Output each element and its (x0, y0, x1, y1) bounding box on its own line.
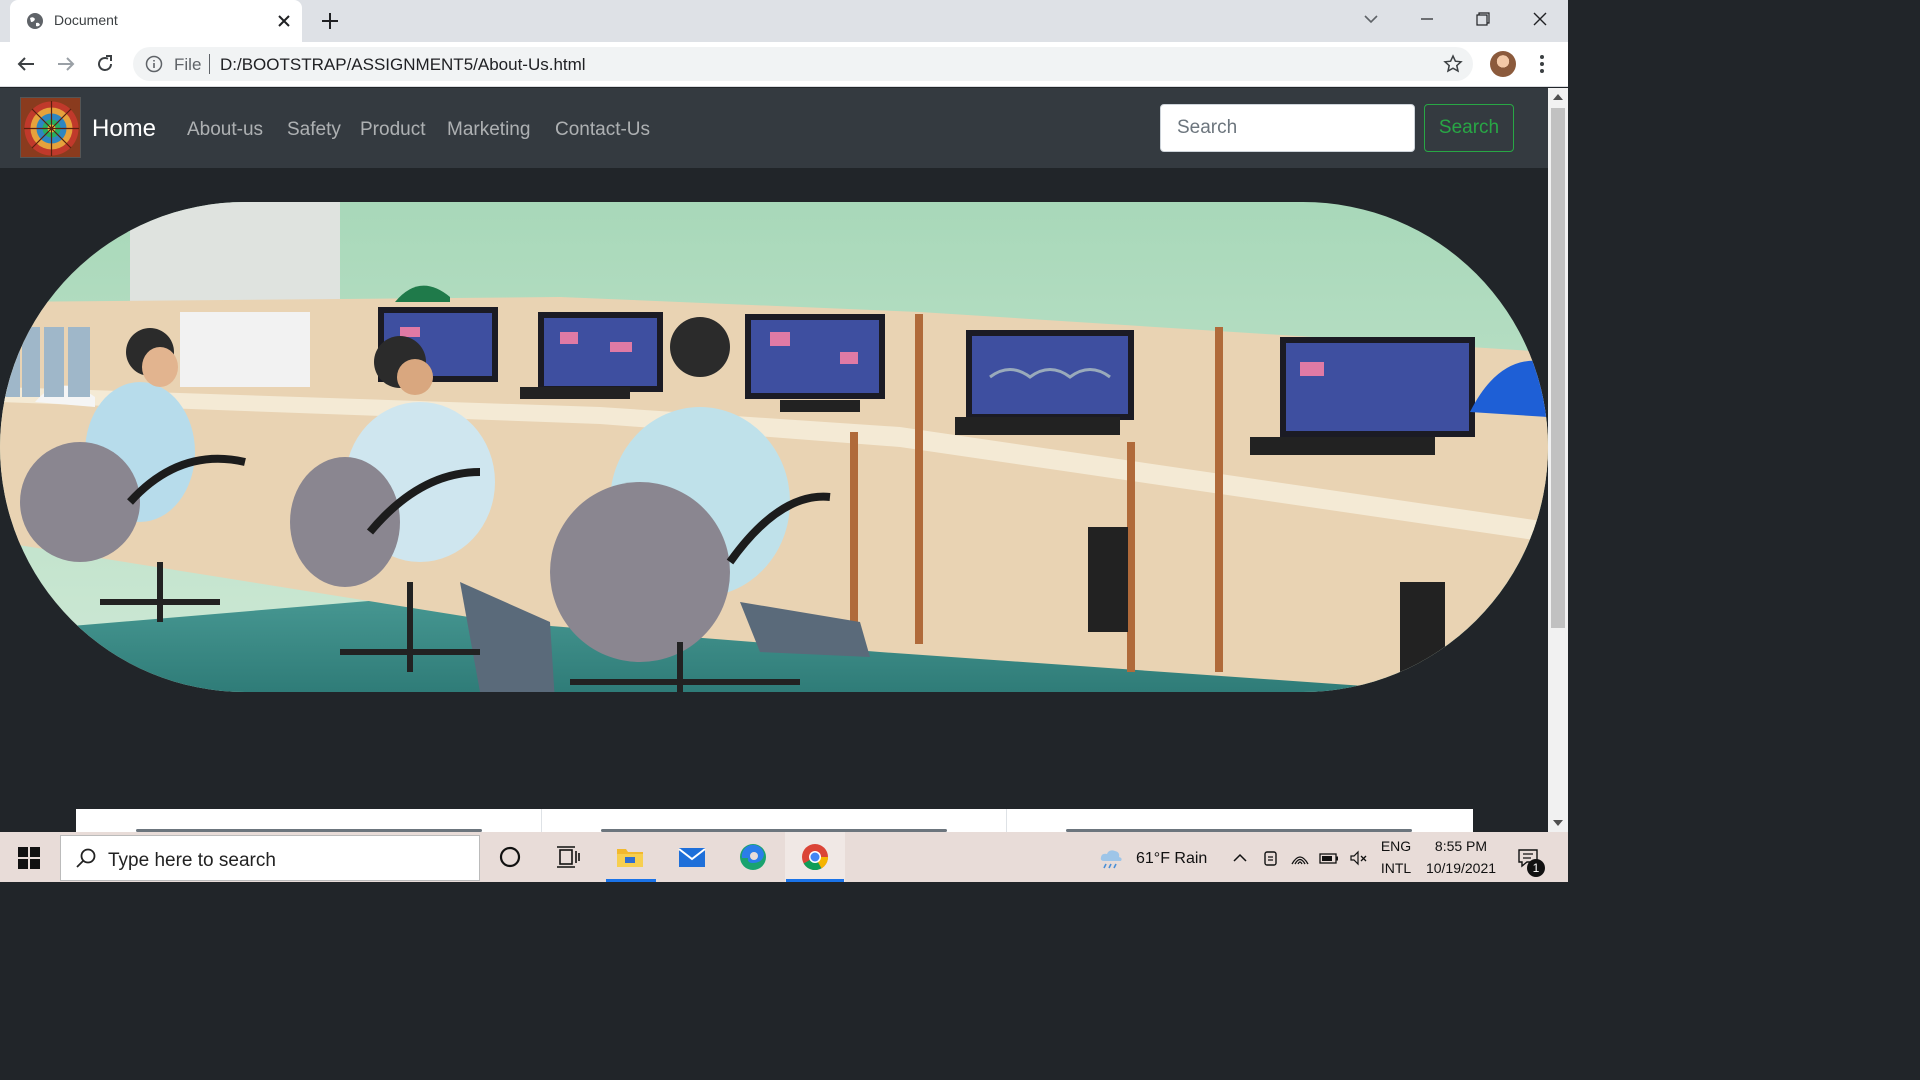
notification-count-badge: 1 (1527, 859, 1545, 877)
forward-icon[interactable] (54, 52, 78, 76)
nav-link-marketing[interactable]: Marketing (447, 119, 530, 141)
rain-cloud-icon[interactable] (1098, 845, 1124, 871)
nav-link-about-us[interactable]: About-us (187, 119, 263, 141)
browser-tab[interactable]: Document (10, 0, 302, 42)
tab-strip: Document (0, 0, 1568, 42)
menu-kebab-icon[interactable] (1532, 53, 1552, 75)
page-viewport: Home About-us Safety Product Marketing C… (0, 88, 1548, 832)
clock-date[interactable]: 10/19/2021 (1420, 860, 1502, 876)
clock-time[interactable]: 8:55 PM (1420, 838, 1502, 854)
control-room-photo (0, 202, 1548, 692)
keyboard-layout[interactable]: INTL (1378, 860, 1414, 876)
windows-start-icon[interactable] (18, 847, 40, 869)
navbar-brand[interactable]: Home (92, 115, 156, 143)
minimize-icon[interactable] (1414, 8, 1440, 30)
restore-icon[interactable] (1470, 8, 1496, 30)
mail-icon[interactable] (676, 841, 708, 873)
chrome-running-indicator (786, 879, 844, 882)
hero-image (0, 202, 1548, 692)
show-hidden-icons-chevron-icon[interactable] (1230, 848, 1250, 868)
language-code[interactable]: ENG (1378, 838, 1414, 854)
scroll-up-arrow-icon[interactable] (1552, 92, 1564, 102)
taskbar-search-placeholder: Type here to search (108, 850, 276, 871)
profile-avatar[interactable] (1490, 51, 1516, 77)
search-input[interactable] (1160, 104, 1415, 152)
cortana-icon[interactable] (494, 841, 526, 873)
globe-icon (27, 13, 43, 29)
explorer-running-indicator (606, 879, 656, 882)
battery-icon[interactable] (1319, 848, 1339, 868)
url-scheme: File (174, 55, 202, 74)
nav-link-product[interactable]: Product (360, 119, 425, 141)
close-window-icon[interactable] (1527, 8, 1553, 30)
scroll-thumb[interactable] (1551, 108, 1565, 628)
tab-title: Document (54, 12, 118, 28)
chrome-icon[interactable] (799, 841, 831, 873)
scroll-down-arrow-icon[interactable] (1552, 818, 1564, 828)
page-scrollbar[interactable] (1548, 88, 1568, 832)
info-icon[interactable] (145, 55, 163, 73)
bookmark-star-icon[interactable] (1443, 54, 1463, 74)
card-row (76, 809, 1473, 832)
new-tab-icon[interactable] (318, 9, 342, 33)
reload-icon[interactable] (93, 52, 117, 76)
search-icon (76, 848, 96, 868)
url-separator (209, 54, 210, 74)
site-logo[interactable] (20, 97, 81, 158)
taskbar-search-box[interactable]: Type here to search (60, 835, 480, 881)
edge-icon[interactable] (737, 841, 769, 873)
close-tab-icon[interactable] (274, 11, 294, 31)
volume-muted-icon[interactable] (1348, 848, 1368, 868)
meet-now-icon[interactable] (1261, 848, 1281, 868)
wifi-icon[interactable] (1290, 848, 1310, 868)
weather-text[interactable]: 61°F Rain (1136, 850, 1207, 868)
browser-toolbar: File D:/BOOTSTRAP/ASSIGNMENT5/About-Us.h… (0, 42, 1568, 87)
task-view-icon[interactable] (552, 841, 584, 873)
address-bar[interactable]: File D:/BOOTSTRAP/ASSIGNMENT5/About-Us.h… (133, 47, 1473, 81)
site-navbar: Home About-us Safety Product Marketing C… (0, 88, 1548, 168)
mandala-logo-icon (21, 98, 80, 157)
card-divider (1006, 809, 1007, 832)
nav-link-contact-us[interactable]: Contact-Us (555, 119, 650, 141)
file-explorer-icon[interactable] (614, 841, 646, 873)
back-icon[interactable] (14, 52, 38, 76)
card-divider (541, 809, 542, 832)
nav-link-safety[interactable]: Safety (287, 119, 341, 141)
windows-taskbar: Type here to search 61°F Rain ENG INTL 8… (0, 832, 1568, 882)
search-button[interactable]: Search (1424, 104, 1514, 152)
url-text[interactable]: D:/BOOTSTRAP/ASSIGNMENT5/About-Us.html (220, 55, 586, 75)
tab-search-chevron-icon[interactable] (1358, 8, 1384, 30)
